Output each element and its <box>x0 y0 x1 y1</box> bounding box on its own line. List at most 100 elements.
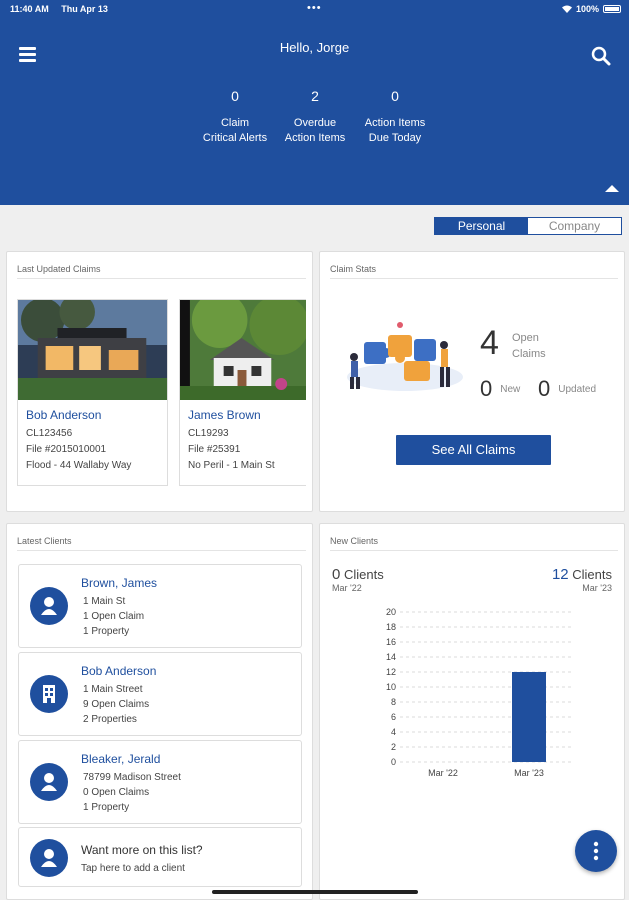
current-count: 12 <box>551 566 569 583</box>
stat-action-items-due-today[interactable]: 0 Action Items Due Today <box>355 88 435 146</box>
stat-value: 2 <box>311 88 319 104</box>
y-tick-label: 18 <box>386 622 396 632</box>
claim-id: CL19293 <box>188 428 229 439</box>
client-card[interactable]: Brown, James 1 Main St 1 Open Claim 1 Pr… <box>18 564 302 648</box>
stat-claim-critical-alerts[interactable]: 0 Claim Critical Alerts <box>195 88 275 146</box>
header-stats: 0 Claim Critical Alerts 2 Overdue Action… <box>195 88 435 146</box>
claim-file: File #25391 <box>188 444 241 455</box>
multitasking-dots-icon[interactable]: ••• <box>307 2 322 14</box>
add-client-title: Want more on this list? <box>81 843 203 857</box>
new-claims-stat: 0 New <box>480 376 520 402</box>
client-open-claims: 0 Open Claims <box>83 787 150 798</box>
new-clients-previous: 0 Clients Mar '22 <box>332 566 384 593</box>
status-bar-right: 100% <box>561 4 621 14</box>
building-icon <box>30 675 68 713</box>
x-tick-label: Mar '22 <box>428 768 458 778</box>
stat-value: 0 <box>391 88 399 104</box>
open-claims-label-line-2: Claims <box>512 348 546 360</box>
client-name: Brown, James <box>81 576 158 590</box>
y-tick-label: 14 <box>386 652 396 662</box>
home-indicator[interactable] <box>212 890 418 894</box>
add-client-card[interactable]: Want more on this list? Tap here to add … <box>18 827 302 887</box>
previous-count: 0 <box>332 566 341 583</box>
status-time: 11:40 AM <box>10 4 49 14</box>
stat-label-line-2: Due Today <box>368 132 422 144</box>
add-client-subtitle: Tap here to add a client <box>81 863 185 874</box>
claim-card[interactable]: James Brown CL19293 File #25391 No Peril… <box>179 299 306 486</box>
stat-label-line-2: Action Items <box>284 132 346 144</box>
toggle-personal[interactable]: Personal <box>435 218 528 234</box>
wifi-icon <box>561 5 572 13</box>
panel-title: Claim Stats <box>330 264 618 279</box>
y-tick-label: 16 <box>386 637 396 647</box>
client-name: Bleaker, Jerald <box>81 752 161 766</box>
client-properties: 1 Property <box>83 802 130 813</box>
more-options-button[interactable] <box>575 830 617 872</box>
updated-claims-label: Updated <box>558 383 597 395</box>
panel-title: Last Updated Claims <box>17 264 306 279</box>
panel-title: Latest Clients <box>17 536 306 551</box>
client-name: Bob Anderson <box>81 664 157 678</box>
person-icon <box>30 763 68 801</box>
stat-label-line-2: Critical Alerts <box>202 132 268 144</box>
updated-claims-count: 0 <box>538 376 551 401</box>
bar <box>512 672 546 762</box>
stat-label-line-1: Action Items <box>364 117 426 129</box>
current-date: Mar '23 <box>582 583 612 593</box>
status-date: Thu Apr 13 <box>61 4 108 14</box>
claim-card[interactable]: Bob Anderson CL123456 File #2015010001 F… <box>17 299 168 486</box>
client-details: 1 Main Street 9 Open Claims 2 Properties <box>83 682 149 727</box>
client-properties: 2 Properties <box>83 714 137 725</box>
new-claims-count: 0 <box>480 376 493 401</box>
collapse-header-icon[interactable] <box>605 185 619 192</box>
search-icon[interactable] <box>591 46 611 66</box>
new-clients-chart: 0 2 4 6 8 10 12 14 16 18 20 Mar '22 Mar '23 <box>386 607 572 778</box>
greeting: Hello, Jorge <box>279 40 350 55</box>
puzzle-illustration <box>347 322 463 391</box>
open-claims-label: Open Claims <box>512 330 546 362</box>
current-unit: Clients <box>572 567 612 582</box>
battery-percent: 100% <box>575 4 599 14</box>
person-icon <box>30 587 68 625</box>
app-header: 11:40 AM Thu Apr 13 ••• 100% Hello, Jorg… <box>0 0 629 205</box>
client-card[interactable]: Bleaker, Jerald 78799 Madison Street 0 O… <box>18 740 302 824</box>
y-tick-label: 20 <box>386 607 396 617</box>
updated-claims-stat: 0 Updated <box>538 376 596 402</box>
house-photo <box>18 300 167 400</box>
claim-file: File #2015010001 <box>26 444 107 455</box>
client-address: 1 Main Street <box>83 684 143 695</box>
y-tick-label: 12 <box>386 667 396 677</box>
new-claims-label: New <box>500 383 521 395</box>
client-address: 1 Main St <box>83 596 126 607</box>
status-bar-left: 11:40 AM Thu Apr 13 <box>10 4 118 14</box>
see-all-claims-button[interactable]: See All Claims <box>396 435 551 465</box>
stat-label-line-1: Claim <box>220 117 250 129</box>
stat-value: 0 <box>231 88 239 104</box>
latest-clients-panel: Latest Clients Brown, James 1 Main St 1 … <box>6 523 313 900</box>
house-photo <box>180 300 306 400</box>
y-tick-label: 4 <box>391 727 396 737</box>
claim-client-name: Bob Anderson <box>26 408 102 422</box>
stat-overdue-action-items[interactable]: 2 Overdue Action Items <box>275 88 355 146</box>
more-vertical-icon <box>593 841 599 861</box>
previous-date: Mar '22 <box>332 583 362 593</box>
last-updated-claims-panel: Last Updated Claims Bob Anderson CL12345… <box>6 251 313 512</box>
claim-detail: No Peril - 1 Main St <box>188 460 275 471</box>
panel-title: New Clients <box>330 536 618 551</box>
client-details: 1 Main St 1 Open Claim 1 Property <box>83 594 144 639</box>
open-claims-label-line-1: Open <box>512 332 539 344</box>
battery-icon <box>603 5 621 13</box>
toggle-company[interactable]: Company <box>528 218 621 234</box>
client-open-claims: 9 Open Claims <box>83 699 150 710</box>
open-claims-count: 4 <box>480 324 499 362</box>
claim-client-name: James Brown <box>188 408 261 422</box>
client-details: 78799 Madison Street 0 Open Claims 1 Pro… <box>83 770 181 815</box>
claim-stats-panel: Claim Stats 4 Open Claims 0 New 0 Update… <box>319 251 625 512</box>
client-properties: 1 Property <box>83 626 130 637</box>
client-address: 78799 Madison Street <box>83 772 181 783</box>
client-open-claims: 1 Open Claim <box>83 611 145 622</box>
new-clients-current: 12 Clients Mar '23 <box>552 566 612 593</box>
client-card[interactable]: Bob Anderson 1 Main Street 9 Open Claims… <box>18 652 302 736</box>
x-tick-label: Mar '23 <box>514 768 544 778</box>
person-icon <box>30 839 68 877</box>
